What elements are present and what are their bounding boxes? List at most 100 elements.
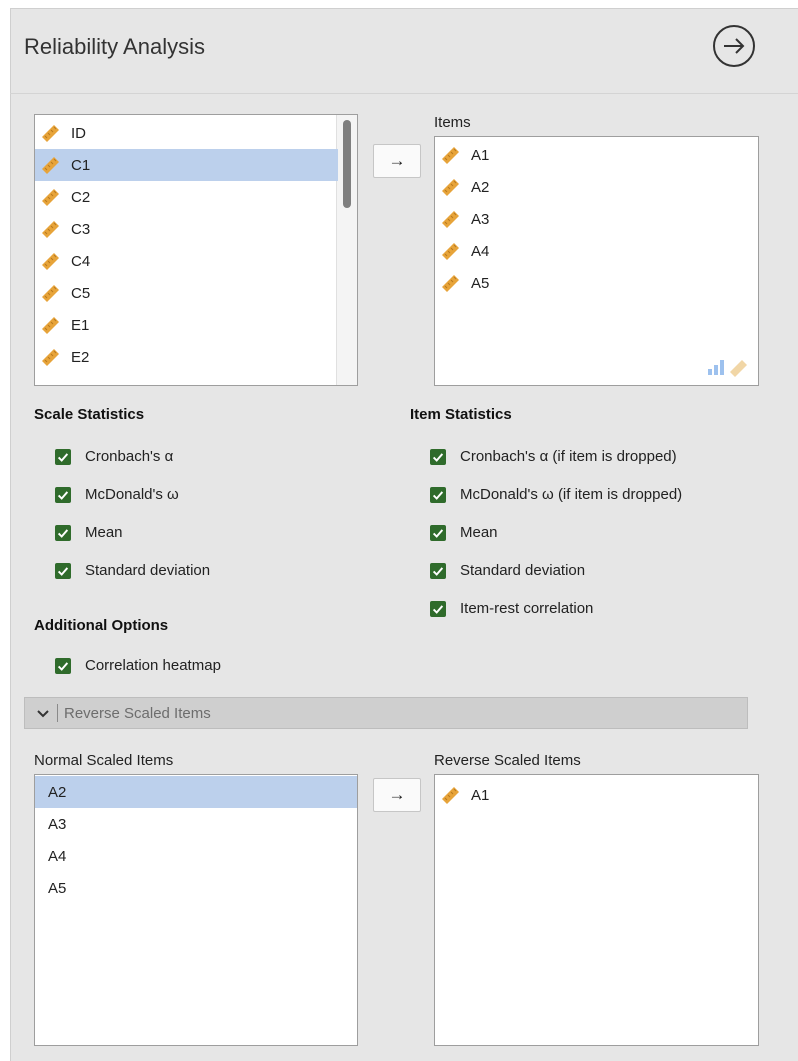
ruler-icon	[442, 275, 459, 292]
scrollbar-thumb[interactable]	[343, 120, 351, 208]
move-to-items-button[interactable]: →	[373, 144, 421, 178]
checkbox[interactable]	[55, 448, 71, 465]
reverse-scaled-label: Reverse Scaled Items	[434, 752, 581, 769]
checkbox[interactable]	[55, 524, 71, 541]
chevron-down-icon	[37, 710, 49, 718]
checkbox[interactable]	[55, 562, 71, 579]
list-item[interactable]: C4	[35, 245, 338, 277]
reverse-scaled-title: Reverse Scaled Items	[64, 704, 211, 722]
list-item-label: ID	[71, 124, 86, 142]
list-item[interactable]: C3	[35, 213, 338, 245]
list-item[interactable]: C5	[35, 277, 338, 309]
checkmark-icon	[432, 452, 444, 462]
items-list[interactable]: A1 A2 A3 A4 A5	[434, 136, 759, 386]
list-item-label: C2	[71, 188, 91, 206]
normal-scaled-label: Normal Scaled Items	[34, 752, 174, 769]
checkbox-label: Item-rest correlation	[460, 600, 594, 617]
list-item-label: A3	[471, 210, 490, 228]
checkbox[interactable]	[430, 448, 446, 465]
list-item[interactable]: A1	[435, 779, 595, 811]
ruler-icon	[442, 787, 459, 804]
checkbox[interactable]	[430, 486, 446, 503]
item-statistics-title: Item Statistics	[410, 406, 512, 423]
variable-list[interactable]: ID C1 C2 C3 C4 C5 E1 E2	[34, 114, 358, 386]
list-item[interactable]: E1	[35, 309, 338, 341]
checkbox[interactable]	[55, 486, 71, 503]
ruler-icon	[42, 349, 59, 366]
list-item-label: A1	[471, 146, 490, 164]
list-item-label: A5	[471, 274, 490, 292]
checkbox-option[interactable]: Cronbach's α	[55, 448, 173, 465]
move-to-reverse-button[interactable]: →	[373, 778, 421, 812]
ruler-icon	[442, 147, 459, 164]
list-item[interactable]: A2	[35, 776, 357, 808]
checkbox-option[interactable]: Correlation heatmap	[55, 657, 221, 674]
checkbox-option[interactable]: Standard deviation	[430, 562, 585, 579]
separator	[57, 704, 58, 722]
measure-type-icon	[708, 360, 747, 377]
checkbox-label: Cronbach's α	[85, 448, 174, 465]
checkbox-label: Mean	[85, 524, 123, 541]
ruler-icon	[42, 189, 59, 206]
checkbox-option[interactable]: Standard deviation	[55, 562, 210, 579]
list-item-label: A2	[471, 178, 490, 196]
list-item[interactable]: C1	[35, 149, 338, 181]
checkbox-label: McDonald's ω	[85, 486, 179, 503]
list-item[interactable]: A3	[35, 808, 357, 840]
list-item[interactable]: A4	[35, 840, 357, 872]
checkmark-icon	[432, 566, 444, 576]
reverse-scaled-collapse-bar[interactable]: Reverse Scaled Items	[24, 697, 748, 729]
list-item-label: C1	[71, 156, 91, 174]
checkbox[interactable]	[55, 657, 71, 674]
list-item[interactable]: A5	[35, 872, 357, 904]
ruler-icon	[442, 211, 459, 228]
list-item[interactable]: A4	[435, 235, 595, 267]
list-item-label: E1	[71, 316, 90, 334]
list-item-label: C3	[71, 220, 91, 238]
scale-statistics-title: Scale Statistics	[34, 406, 145, 423]
list-item-label: A1	[471, 786, 490, 804]
checkbox-option[interactable]: McDonald's ω (if item is dropped)	[430, 486, 682, 503]
checkbox[interactable]	[430, 524, 446, 541]
list-item[interactable]: ID	[35, 117, 338, 149]
ruler-icon	[442, 243, 459, 260]
checkmark-icon	[432, 490, 444, 500]
ruler-icon	[42, 157, 59, 174]
list-item[interactable]: A2	[435, 171, 595, 203]
items-label: Items	[434, 114, 471, 131]
checkbox-label: Standard deviation	[85, 562, 211, 579]
checkmark-icon	[432, 528, 444, 538]
checkbox-label: Correlation heatmap	[85, 657, 221, 674]
variable-list-scrollbar[interactable]	[336, 115, 357, 385]
checkmark-icon	[57, 528, 69, 538]
checkbox-option[interactable]: Item-rest correlation	[430, 600, 593, 617]
checkbox[interactable]	[430, 562, 446, 579]
checkbox-label: Cronbach's α (if item is dropped)	[460, 448, 677, 465]
checkbox-option[interactable]: McDonald's ω	[55, 486, 179, 503]
list-item-label: A4	[48, 847, 67, 865]
list-item-label: A3	[48, 815, 67, 833]
arrow-circle-right-icon[interactable]	[712, 24, 756, 68]
list-item-label: C5	[71, 284, 91, 302]
header-divider	[10, 93, 798, 94]
ruler-icon	[42, 125, 59, 142]
list-item-label: A5	[48, 879, 67, 897]
checkbox-option[interactable]: Mean	[430, 524, 498, 541]
list-item[interactable]: E2	[35, 341, 338, 373]
list-item[interactable]: A5	[435, 267, 595, 299]
reverse-scaled-list[interactable]: A1	[434, 774, 759, 1046]
list-item[interactable]: A3	[435, 203, 595, 235]
list-item-label: E2	[71, 348, 90, 366]
list-item[interactable]: A1	[435, 139, 595, 171]
checkbox-option[interactable]: Cronbach's α (if item is dropped)	[430, 448, 677, 465]
checkbox-option[interactable]: Mean	[55, 524, 123, 541]
list-item-label: A4	[471, 242, 490, 260]
list-item-label: C4	[71, 252, 91, 270]
list-item[interactable]: C2	[35, 181, 338, 213]
checkmark-icon	[57, 566, 69, 576]
normal-scaled-list[interactable]: A2 A3 A4 A5	[34, 774, 358, 1046]
checkbox[interactable]	[430, 600, 446, 617]
checkmark-icon	[57, 661, 69, 671]
ruler-icon	[442, 179, 459, 196]
page-title: Reliability Analysis	[24, 34, 205, 59]
